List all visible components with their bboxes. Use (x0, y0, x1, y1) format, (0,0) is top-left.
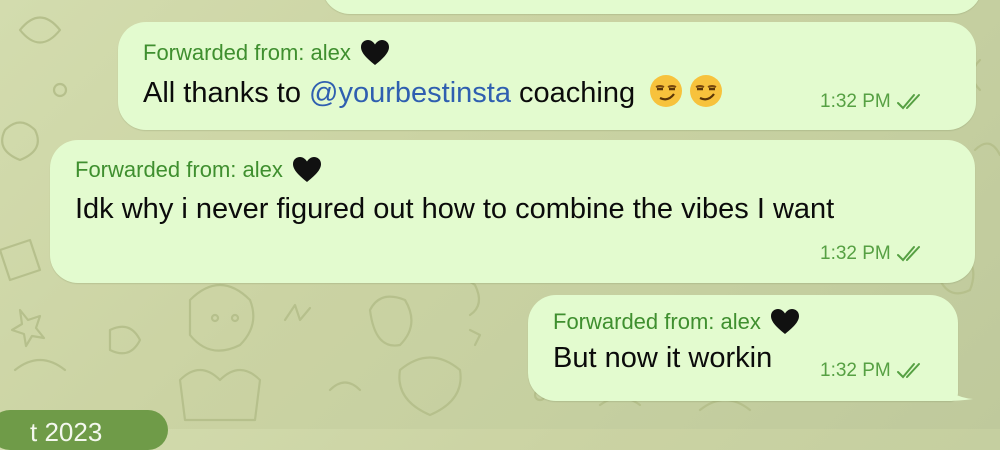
message-meta: 1:32 PM (820, 243, 926, 265)
message-text: Idk why i never figured out how to combi… (75, 193, 835, 225)
smirking-face-emoji-icon (690, 75, 723, 107)
date-separator-label: t 2023 (30, 417, 103, 447)
message-text-end: coaching (510, 77, 636, 109)
forwarded-label: Forwarded from: alex (75, 157, 283, 182)
forwarded-header[interactable]: Forwarded from: alex (75, 156, 322, 184)
message-meta: 1:32 PM (820, 360, 926, 382)
date-separator-pill: t 2023 (0, 410, 168, 450)
double-check-icon (896, 246, 920, 262)
message-time: 1:32 PM (820, 360, 891, 381)
forwarded-label: Forwarded from: alex (143, 40, 351, 65)
message-text-start: All thanks to (143, 77, 310, 109)
message-bubble[interactable]: Forwarded from: alex Idk why i never fig… (50, 140, 975, 283)
black-heart-icon (360, 40, 389, 65)
message-bubble[interactable]: Forwarded from: alex All thanks to @your… (118, 22, 976, 130)
double-check-icon (896, 94, 920, 110)
black-heart-icon (770, 309, 799, 334)
double-check-icon (896, 363, 920, 379)
message-time: 1:32 PM (820, 91, 891, 112)
forwarded-label: Forwarded from: alex (553, 309, 761, 334)
bubble-tail (945, 381, 973, 401)
previous-message-bubble[interactable] (322, 0, 982, 14)
message-text: All thanks to @yourbestinsta coaching (143, 74, 723, 110)
message-bubble[interactable]: Forwarded from: alex But now it workin 1… (528, 295, 958, 401)
message-text: But now it workin (553, 342, 773, 374)
forwarded-header[interactable]: Forwarded from: alex (553, 308, 800, 336)
message-meta: 1:32 PM (820, 91, 926, 113)
black-heart-icon (292, 157, 321, 182)
smirking-face-emoji-icon (650, 75, 683, 107)
forwarded-header[interactable]: Forwarded from: alex (143, 39, 390, 67)
message-time: 1:32 PM (820, 243, 891, 264)
mention-link[interactable]: @yourbestinsta (309, 77, 511, 109)
